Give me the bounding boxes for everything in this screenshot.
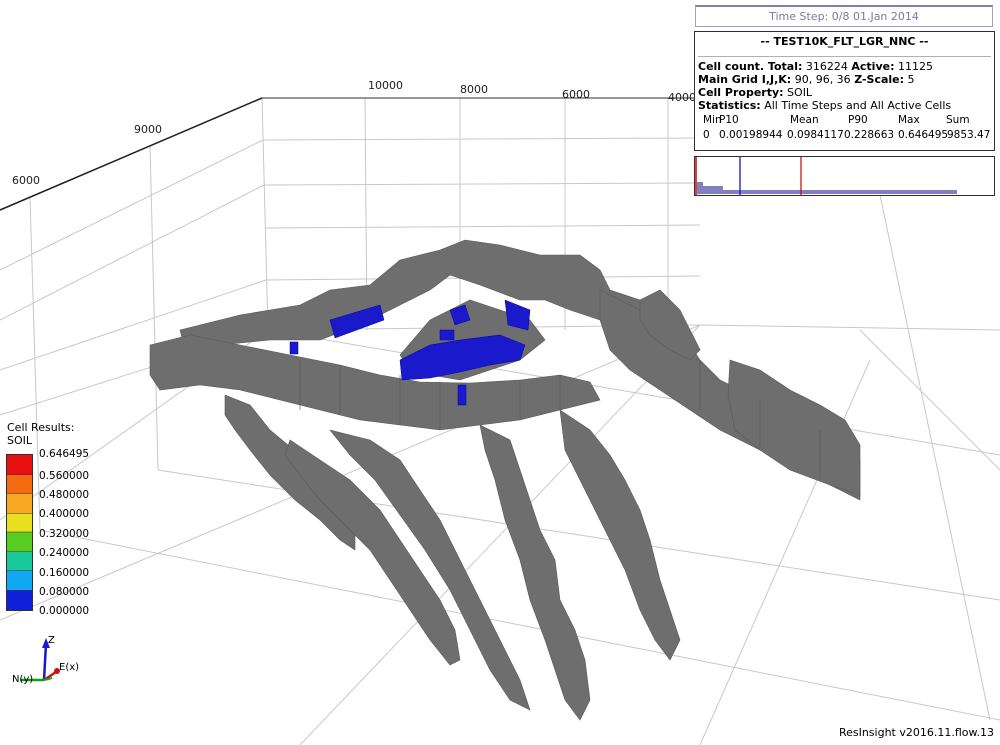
cell-property-label: Cell Property: bbox=[698, 86, 784, 99]
stats-value: 0.0984117 bbox=[787, 129, 844, 141]
version-label: ResInsight v2016.11.flow.13 bbox=[838, 726, 994, 739]
stats-value: 9853.47 bbox=[947, 129, 991, 141]
legend-title-line: Cell Results: bbox=[7, 421, 75, 434]
stats-value: 0.228663 bbox=[844, 129, 895, 141]
histogram-bars bbox=[697, 190, 957, 194]
legend-property-name: SOIL bbox=[7, 434, 33, 447]
legend-tick: 0.080000 bbox=[39, 586, 90, 598]
main-grid-label: Main Grid I,J,K: bbox=[698, 73, 792, 86]
legend-tick: 0.240000 bbox=[39, 547, 90, 559]
stats-table: Min P10 Mean P90 Max Sum 0 0.00198944 0.… bbox=[699, 114, 991, 144]
gizmo-x-label: E(x) bbox=[59, 662, 79, 673]
legend-tick: 0.160000 bbox=[39, 567, 90, 579]
main-grid-line: Main Grid I,J,K: 90, 96, 36 Z-Scale: 5 bbox=[698, 73, 991, 86]
cell-property-line: Cell Property: SOIL bbox=[698, 86, 991, 99]
axis-tick-label: 4000 bbox=[668, 91, 696, 104]
active-value: 11125 bbox=[897, 60, 933, 73]
legend-tick: 0.000000 bbox=[39, 605, 90, 617]
axis-tick-label: 6000 bbox=[12, 174, 40, 187]
info-panel: -- TEST10K_FLT_LGR_NNC -- Cell count. To… bbox=[694, 31, 995, 151]
zscale-value: 5 bbox=[907, 73, 915, 86]
stats-value-row: 0 0.00198944 0.0984117 0.228663 0.646495… bbox=[699, 129, 991, 144]
cell-count-label: Cell count. Total: bbox=[698, 60, 803, 73]
statistics-value: All Time Steps and All Active Cells bbox=[764, 99, 952, 112]
histogram-bars bbox=[697, 182, 703, 194]
stats-header: Mean bbox=[790, 114, 819, 126]
stats-value: 0.00198944 bbox=[719, 129, 783, 141]
gizmo-z-label: Z bbox=[48, 635, 55, 646]
axis-tick-label: 8000 bbox=[460, 83, 488, 96]
legend-tick: 0.320000 bbox=[39, 528, 90, 540]
reservoir-surfaces[interactable] bbox=[149, 239, 861, 721]
stats-header: P90 bbox=[848, 114, 868, 126]
cell-count-line: Cell count. Total: 316224 Active: 11125 bbox=[698, 60, 991, 73]
statistics-label: Statistics: bbox=[698, 99, 761, 112]
stats-value: 0.646495 bbox=[898, 129, 949, 141]
legend-title: Cell Results: SOIL bbox=[7, 421, 74, 447]
active-label: Active: bbox=[851, 60, 895, 73]
axis-edge bbox=[0, 97, 263, 211]
axes-orientation-gizmo[interactable]: Z E(x) N(y) bbox=[8, 634, 88, 694]
stats-value: 0 bbox=[703, 129, 710, 141]
axis-tick-label: 9000 bbox=[134, 123, 162, 136]
axis-tick-label: 10000 bbox=[368, 79, 403, 92]
case-title: -- TEST10K_FLT_LGR_NNC -- bbox=[698, 34, 991, 57]
histogram-bars bbox=[703, 186, 723, 194]
timestep-label: Time Step: 0/8 01.Jan 2014 bbox=[695, 5, 993, 27]
stats-header: P10 bbox=[719, 114, 739, 126]
axis-tick-label: 6000 bbox=[562, 88, 590, 101]
cell-count-total: 316224 bbox=[805, 60, 848, 73]
legend-tick: 0.400000 bbox=[39, 508, 90, 520]
histogram bbox=[694, 156, 995, 196]
legend-tick: 0.560000 bbox=[39, 470, 90, 482]
zscale-label: Z-Scale: bbox=[854, 73, 905, 86]
main-grid-value: 90, 96, 36 bbox=[794, 73, 851, 86]
gizmo-y-label: N(y) bbox=[12, 674, 33, 685]
color-legend-bar bbox=[6, 454, 33, 611]
statistics-line: Statistics: All Time Steps and All Activ… bbox=[698, 99, 991, 112]
legend-tick: 0.646495 bbox=[39, 448, 90, 460]
stats-header-row: Min P10 Mean P90 Max Sum bbox=[699, 114, 991, 129]
cell-property-value: SOIL bbox=[787, 86, 813, 99]
stats-header: Max bbox=[898, 114, 920, 126]
legend-tick: 0.480000 bbox=[39, 489, 90, 501]
stats-header: Sum bbox=[946, 114, 970, 126]
